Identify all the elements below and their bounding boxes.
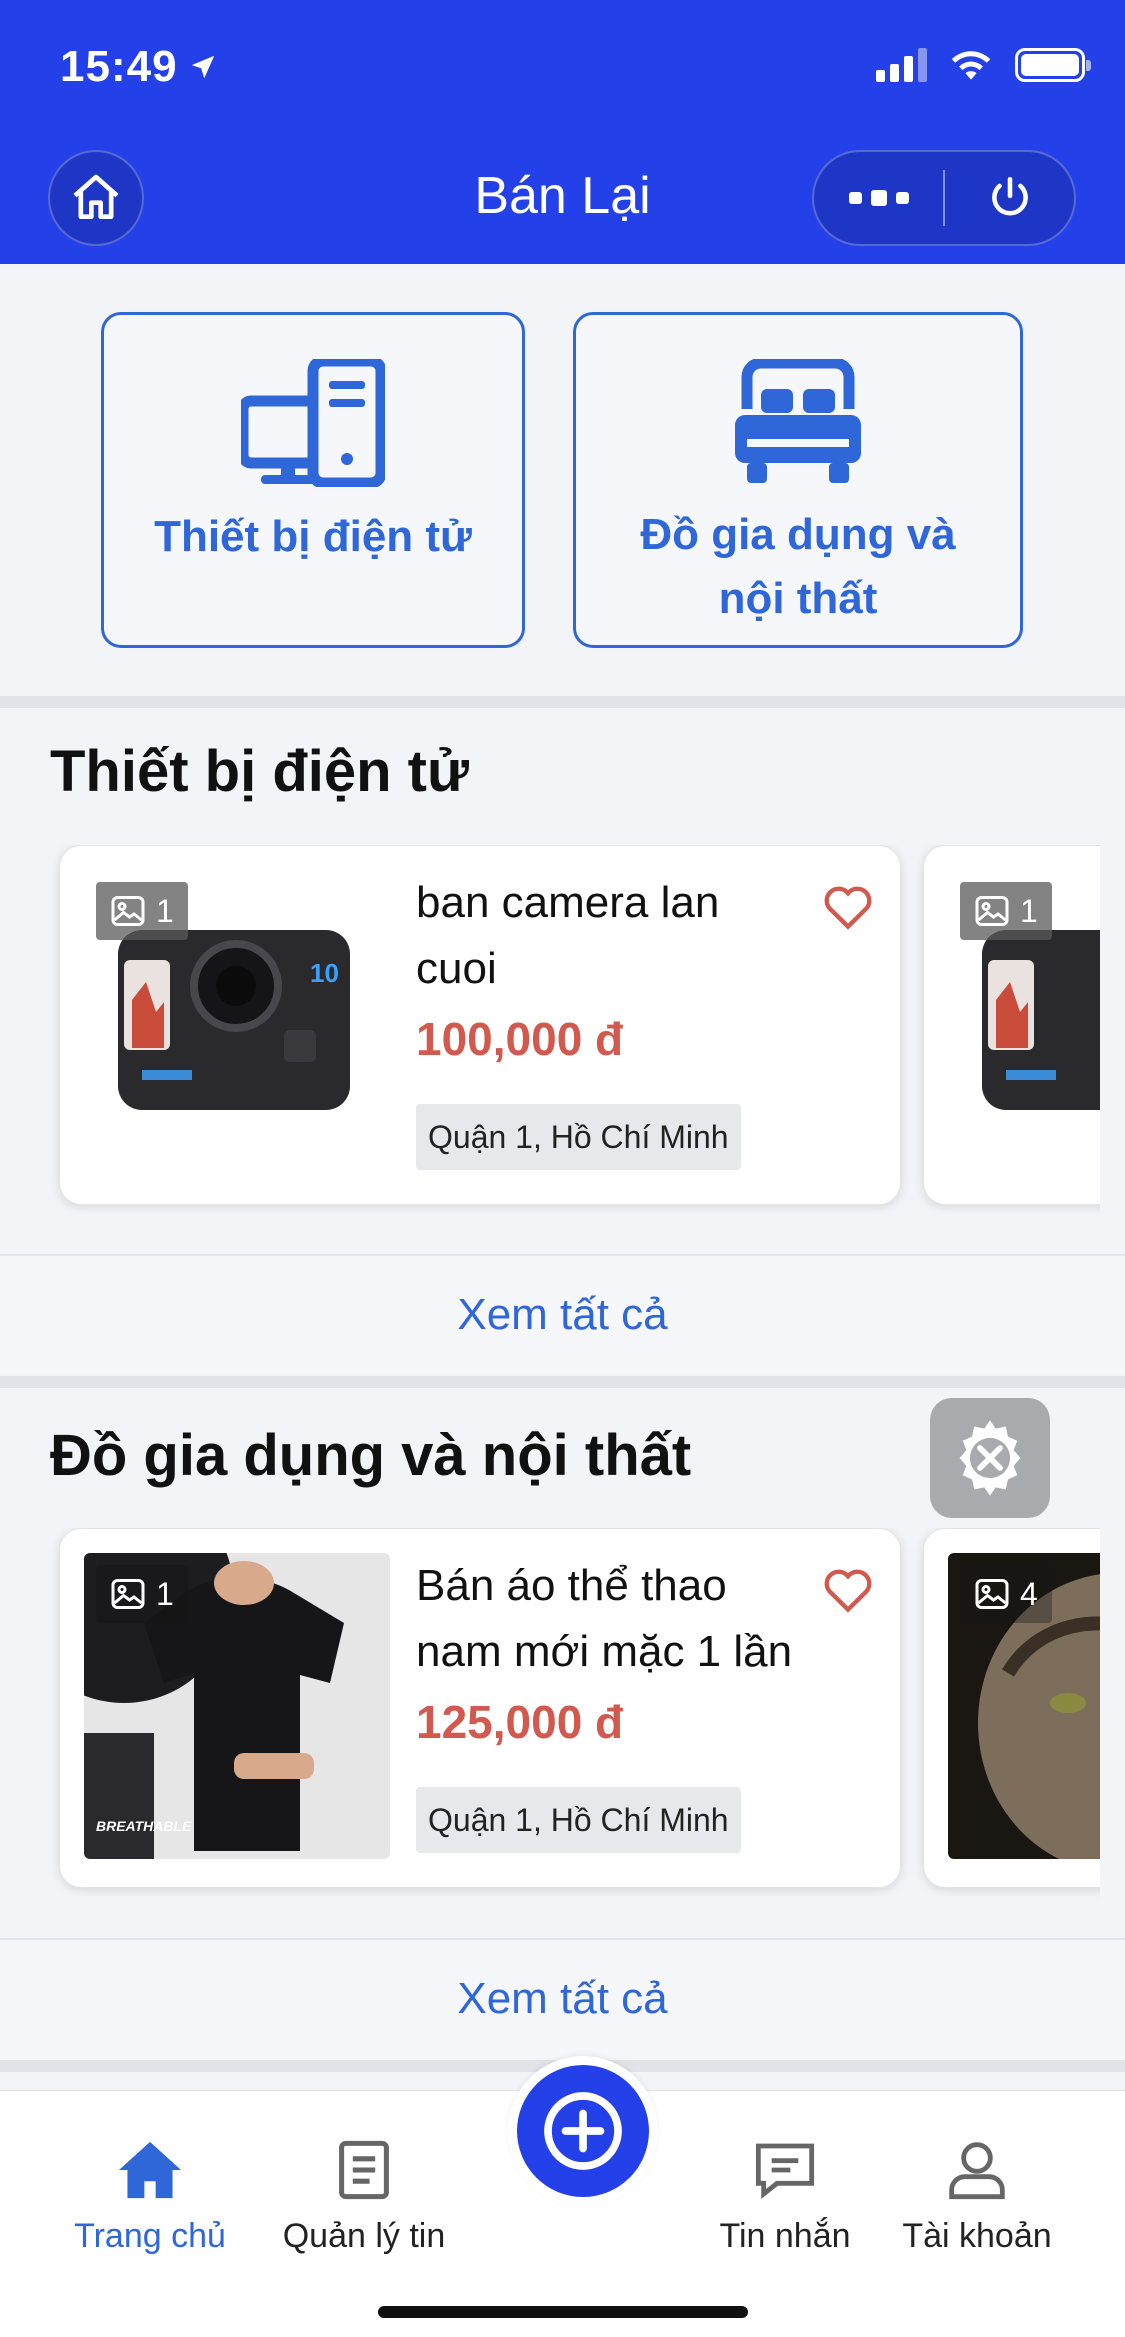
home-indicator[interactable]: [378, 2306, 748, 2318]
category-label: Đồ gia dụng và nội thất: [640, 510, 956, 623]
section-title-electronics: Thiết bị điện tử: [50, 739, 469, 804]
svg-text:10: 10: [310, 958, 339, 988]
product-carousel-electronics[interactable]: 10 1 ban camera lan cuoi 100,000 đ Quận …: [0, 845, 1100, 1225]
heart-icon[interactable]: [822, 1565, 874, 1613]
see-all-household[interactable]: Xem tất cả: [0, 1938, 1125, 2058]
image-count-badge: 1: [96, 1565, 188, 1623]
product-card[interactable]: 4: [923, 1528, 1100, 1888]
document-icon: [339, 2140, 389, 2200]
power-icon: [991, 176, 1028, 216]
app-header: 15:49 Bán Lại: [0, 0, 1125, 264]
image-icon: [111, 1579, 145, 1609]
section-divider: [0, 696, 1125, 708]
nav-home[interactable]: Trang chủ: [70, 2139, 230, 2256]
product-carousel-household[interactable]: BREATHABLE 1 Bán áo thể thao nam mới mặc…: [0, 1528, 1100, 1908]
product-price: 100,000 đ: [416, 1013, 624, 1065]
image-icon: [111, 896, 145, 926]
product-location: Quận 1, Hồ Chí Minh: [416, 1104, 741, 1170]
image-count: 1: [156, 892, 174, 929]
product-title: Bán áo thể thao nam mới mặc 1 lần: [416, 1561, 793, 1676]
status-indicators: [876, 48, 1091, 82]
product-location: Quận 1, Hồ Chí Minh: [416, 1787, 741, 1853]
product-price: 125,000 đ: [416, 1696, 624, 1748]
clock-text: 15:49: [60, 42, 178, 91]
nav-label: Trang chủ: [74, 2217, 226, 2255]
nav-messages[interactable]: Tin nhắn: [700, 2139, 870, 2256]
see-all-label: Xem tất cả: [457, 1974, 668, 2023]
plus-circle-icon: [544, 2092, 622, 2170]
more-dots-icon: [848, 190, 909, 206]
status-time: 15:49: [60, 42, 218, 92]
wifi-icon: [951, 51, 991, 80]
signal-icon: [876, 48, 927, 82]
category-section: Thiết bị điện tử Đồ gia dụng và nội thất: [0, 264, 1125, 696]
mini-program-capsule: [812, 150, 1076, 246]
add-button[interactable]: [517, 2065, 649, 2197]
image-count: 1: [156, 1575, 174, 1612]
image-icon: [975, 896, 1009, 926]
product-image: 1: [948, 870, 1100, 1176]
section-title-household: Đồ gia dụng và nội thất: [50, 1423, 692, 1488]
image-icon: [975, 1579, 1009, 1609]
settings-tools-button[interactable]: [930, 1398, 1050, 1518]
image-count-badge: 1: [960, 882, 1052, 940]
product-card[interactable]: 1: [923, 845, 1100, 1205]
location-arrow-icon: [191, 55, 214, 79]
product-image: 10 1: [84, 870, 390, 1176]
product-image: BREATHABLE 1: [84, 1553, 390, 1859]
nav-label: Quản lý tin: [282, 2217, 446, 2255]
product-card[interactable]: BREATHABLE 1 Bán áo thể thao nam mới mặc…: [59, 1528, 901, 1888]
product-image: 4: [948, 1553, 1100, 1859]
user-icon: [949, 2142, 1005, 2200]
bed-icon: [735, 359, 861, 483]
product-card[interactable]: 10 1 ban camera lan cuoi 100,000 đ Quận …: [59, 845, 901, 1205]
image-count-badge: 1: [96, 882, 188, 940]
more-button[interactable]: [814, 152, 943, 244]
category-label: Thiết bị điện tử: [154, 512, 472, 561]
image-count-badge: 4: [960, 1565, 1052, 1623]
image-count: 1: [1020, 892, 1038, 929]
close-button[interactable]: [945, 152, 1074, 244]
chat-icon: [755, 2143, 815, 2199]
heart-icon[interactable]: [822, 882, 874, 930]
gear-tools-icon: [959, 1420, 1021, 1496]
battery-icon: [1015, 48, 1091, 82]
nav-manage-listings[interactable]: Quản lý tin: [272, 2139, 456, 2256]
section-divider: [0, 1376, 1125, 1388]
svg-text:BREATHABLE: BREATHABLE: [96, 1818, 192, 1834]
post-listing-fab[interactable]: [508, 2056, 658, 2206]
image-count: 4: [1020, 1575, 1038, 1612]
nav-account[interactable]: Tài khoản: [892, 2139, 1062, 2256]
see-all-label: Xem tất cả: [457, 1290, 668, 1339]
category-card-electronics[interactable]: Thiết bị điện tử: [101, 312, 525, 648]
nav-label: Tài khoản: [902, 2217, 1052, 2255]
computer-icon: [241, 359, 385, 487]
category-card-household[interactable]: Đồ gia dụng và nội thất: [573, 312, 1023, 648]
see-all-electronics[interactable]: Xem tất cả: [0, 1254, 1125, 1374]
product-title: ban camera lan cuoi: [416, 878, 720, 993]
nav-label: Tin nhắn: [719, 2217, 851, 2255]
home-icon: [119, 2141, 181, 2199]
